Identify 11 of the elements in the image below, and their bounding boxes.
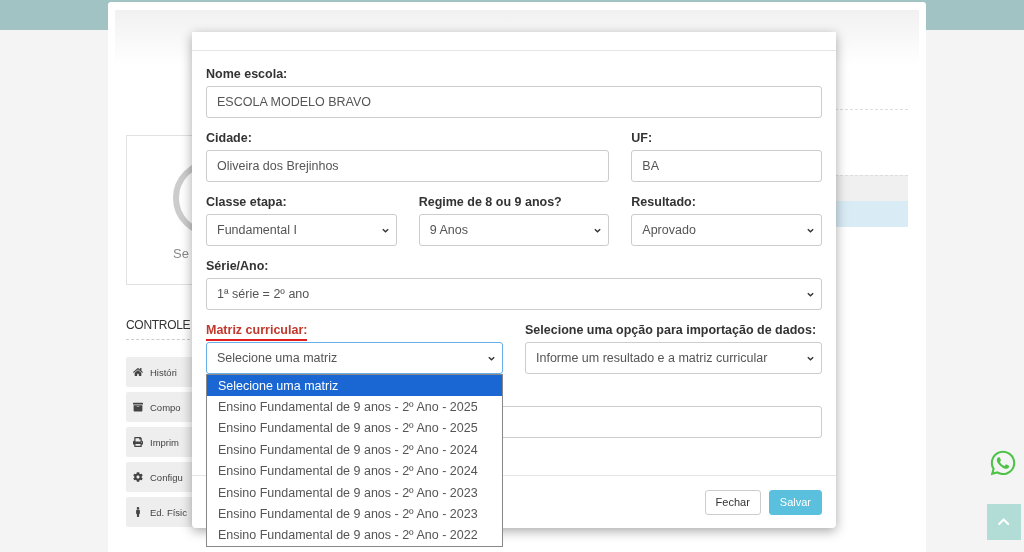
field-label: Cidade: [206,132,252,145]
field-label: Matriz curricular: [206,324,308,341]
field-label: Regime de 8 ou 9 anos? [418,196,562,209]
field-label: Resultado: [631,196,696,209]
field-label: Série/Ano: [206,260,269,273]
field-label: UF: [631,132,653,145]
field-label: Selecione uma opção para importação de dados: [525,324,817,337]
field-label: Classe etapa: [206,196,287,209]
profile-caption: Se [173,245,189,261]
field-label: Nome escola: [206,68,288,81]
section-title: CONTROLE [126,318,191,340]
